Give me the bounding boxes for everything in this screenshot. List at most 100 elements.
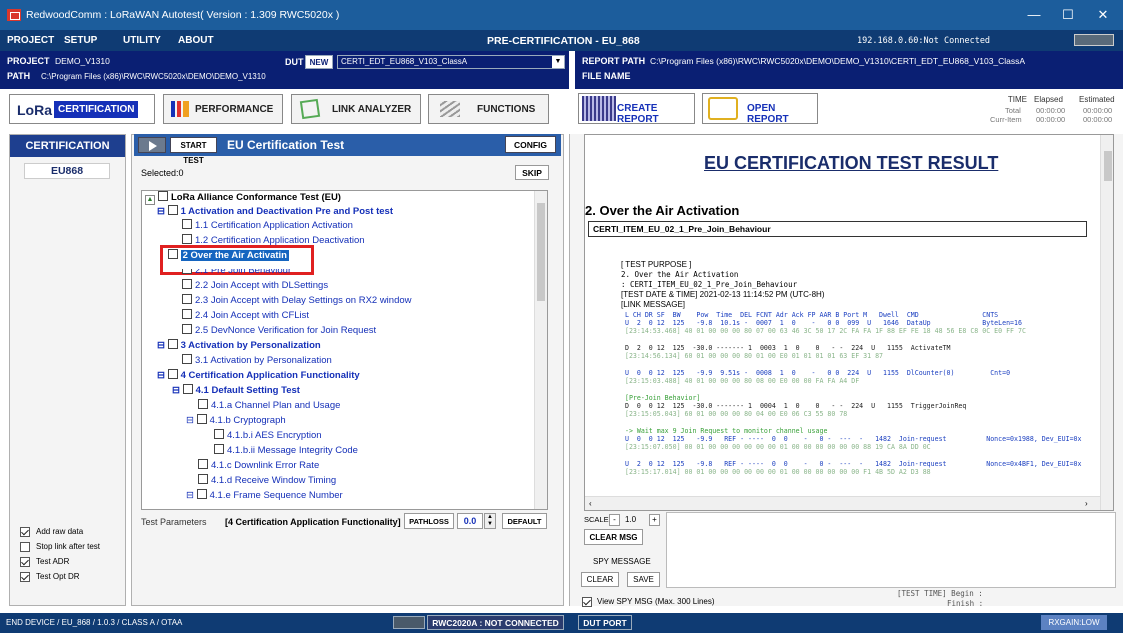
menu-project[interactable]: PROJECT [7, 35, 54, 46]
ip-status: 192.168.0.60:Not Connected [857, 36, 991, 46]
option-test-adr[interactable]: Test ADR [20, 556, 124, 568]
link-analyzer-label: LINK ANALYZER [332, 104, 412, 115]
option-test-opt-dr[interactable]: Test Opt DR [20, 571, 124, 583]
rwc-status: RWC2020A : NOT CONNECTED [427, 615, 564, 630]
minimize-button[interactable]: — [1017, 5, 1051, 25]
option-add-raw-data[interactable]: Add raw data [20, 526, 124, 538]
maximize-button[interactable]: ☐ [1051, 5, 1085, 25]
report-scrollbar[interactable] [1100, 135, 1113, 510]
performance-button[interactable]: PERFORMANCE [163, 94, 283, 124]
tree-node[interactable]: 4.1.b.i AES Encryption [214, 429, 322, 443]
tree-node[interactable]: 4.1.a Channel Plan and Usage [198, 399, 340, 413]
left-pane: CERTIFICATION EU868 Add raw data Stop li… [9, 134, 126, 606]
tree-node[interactable]: ⊟ 1 Activation and Deactivation Pre and … [157, 205, 393, 219]
horizontal-scrollbar[interactable]: ‹ › [585, 496, 1100, 510]
mode-title: PRE-CERTIFICATION - EU_868 [487, 35, 640, 47]
certification-mode-button[interactable]: LoRa CERTIFICATION [9, 94, 155, 124]
device-icon [393, 616, 425, 629]
estimated-label: Estimated [1079, 95, 1115, 104]
option-label: Stop link after test [36, 542, 101, 551]
tree-node[interactable]: ⊟ 4 Certification Application Functional… [157, 369, 360, 383]
project-label: PROJECT [7, 56, 50, 66]
tree-node[interactable]: 4.1.b.ii Message Integrity Code [214, 444, 358, 458]
checkbox[interactable] [20, 557, 30, 567]
config-button[interactable]: CONFIG [505, 136, 556, 153]
purpose-block: [ TEST PURPOSE ] 2. Over the Air Activat… [621, 260, 824, 310]
option-label: Add raw data [36, 527, 84, 536]
performance-label: PERFORMANCE [195, 104, 274, 115]
spy-message-area[interactable] [666, 512, 1116, 588]
play-icon[interactable] [138, 137, 166, 153]
purpose-line: 2. Over the Air Activation [621, 270, 739, 279]
dut-select-value: CERTI_EDT_EU868_V103_ClassA [341, 57, 468, 66]
close-button[interactable]: ✕ [1086, 5, 1120, 25]
option-stop-link[interactable]: Stop link after test [20, 541, 124, 553]
tools-icon [440, 101, 460, 117]
tree-scrollbar[interactable] [534, 191, 547, 509]
log-raw: [23:15:07.050] 00 01 00 00 00 00 00 00 0… [621, 443, 931, 451]
spy-save-button[interactable]: SAVE [627, 572, 660, 587]
tree-node[interactable]: ⊟ 3 Activation by Personalization [157, 339, 321, 353]
menu-about[interactable]: ABOUT [178, 35, 214, 46]
device-status: END DEVICE / EU_868 / 1.0.3 / CLASS A / … [6, 618, 183, 627]
link-analyzer-button[interactable]: LINK ANALYZER [291, 94, 421, 124]
time-label: TIME [1007, 95, 1027, 104]
bar-chart-icon [171, 101, 189, 117]
tree-node[interactable]: 1.1 Certification Application Activation [182, 219, 353, 233]
tree-node[interactable]: 4.1.c Downlink Error Rate [198, 459, 319, 473]
elapsed-label: Elapsed [1034, 95, 1063, 104]
purpose-line: : CERTI_ITEM_EU_02_1_Pre_Join_Behaviour [621, 280, 798, 289]
tree-node[interactable]: 2.2 Join Accept with DLSettings [182, 279, 328, 293]
tree-node[interactable]: 2.5 DevNonce Verification for Join Reque… [182, 324, 376, 338]
spinner-icon[interactable]: ▲ ▼ [484, 513, 496, 529]
scrollbar-thumb[interactable] [537, 203, 545, 301]
checkbox[interactable] [20, 572, 30, 582]
test-params-value: [4 Certification Application Functionali… [225, 517, 401, 527]
spy-clear-button[interactable]: CLEAR [581, 572, 619, 587]
report-bar: REPORT PATH C:\Program Files (x86)\RWC\R… [575, 51, 1123, 89]
dut-select[interactable]: CERTI_EDT_EU868_V103_ClassA ▼ [337, 55, 565, 69]
scroll-left-icon[interactable]: ‹ [589, 499, 592, 508]
report-heading: EU CERTIFICATION TEST RESULT [704, 153, 999, 173]
tree-node[interactable]: ⊟ 4.1 Default Setting Test [172, 384, 300, 398]
tree-node[interactable]: 4.1.d Receive Window Timing [198, 474, 336, 488]
create-report-button[interactable]: CREATE REPORT [578, 93, 695, 125]
collapse-icon[interactable]: ▲ [145, 195, 155, 205]
default-button[interactable]: DEFAULT [502, 513, 547, 529]
skip-button[interactable]: SKIP [515, 165, 549, 180]
scale-minus-button[interactable]: - [609, 514, 620, 526]
open-report-button[interactable]: OPEN REPORT [702, 93, 818, 125]
clear-msg-button[interactable]: CLEAR MSG [584, 529, 643, 545]
tree-node[interactable]: ⊟ 4.1.b Cryptograph [186, 414, 286, 428]
region-item-eu868[interactable]: EU868 [24, 163, 110, 179]
functions-button[interactable]: FUNCTIONS [428, 94, 549, 124]
tree-node[interactable]: 3.1 Activation by Personalization [182, 354, 332, 368]
view-spy-checkbox[interactable] [582, 597, 592, 607]
tree-node[interactable]: 2.4 Join Accept with CFList [182, 309, 309, 323]
tree-node[interactable]: 2.3 Join Accept with Delay Settings on R… [182, 294, 412, 308]
checklist-icon [299, 98, 321, 120]
new-dut-button[interactable]: NEW [305, 55, 333, 69]
report-book-icon [582, 96, 616, 121]
curr-elapsed: 00:00:00 [1036, 115, 1066, 124]
scroll-right-icon[interactable]: › [1085, 499, 1088, 508]
options-list: Add raw data Stop link after test Test A… [20, 526, 125, 606]
app-logo-icon [7, 9, 21, 21]
tree-node[interactable]: ⊟ 4.1.e Frame Sequence Number [186, 489, 343, 503]
pathloss-button[interactable]: PATHLOSS [404, 513, 454, 529]
scrollbar-thumb[interactable] [1104, 151, 1112, 181]
project-value: DEMO_V1310 [55, 56, 110, 66]
scale-plus-button[interactable]: + [649, 514, 660, 526]
path-label: PATH [7, 71, 31, 81]
report-item-box: CERTI_ITEM_EU_02_1_Pre_Join_Behaviour [588, 221, 1087, 237]
checkbox[interactable] [20, 527, 30, 537]
dut-port-status[interactable]: DUT PORT [578, 615, 632, 630]
pathloss-input[interactable]: 0.0 [457, 513, 483, 529]
checkbox[interactable] [20, 542, 30, 552]
menu-setup[interactable]: SETUP [64, 35, 97, 46]
start-test-button[interactable]: START TEST [170, 137, 217, 165]
title-bar: RedwoodComm : LoRaWAN Autotest( Version … [0, 0, 1123, 30]
log-raw: [23:15:17.014] 00 01 00 00 00 00 00 00 0… [621, 468, 931, 476]
menu-utility[interactable]: UTILITY [123, 35, 161, 46]
tree-node[interactable]: ▲ LoRa Alliance Conformance Test (EU) [145, 191, 341, 205]
